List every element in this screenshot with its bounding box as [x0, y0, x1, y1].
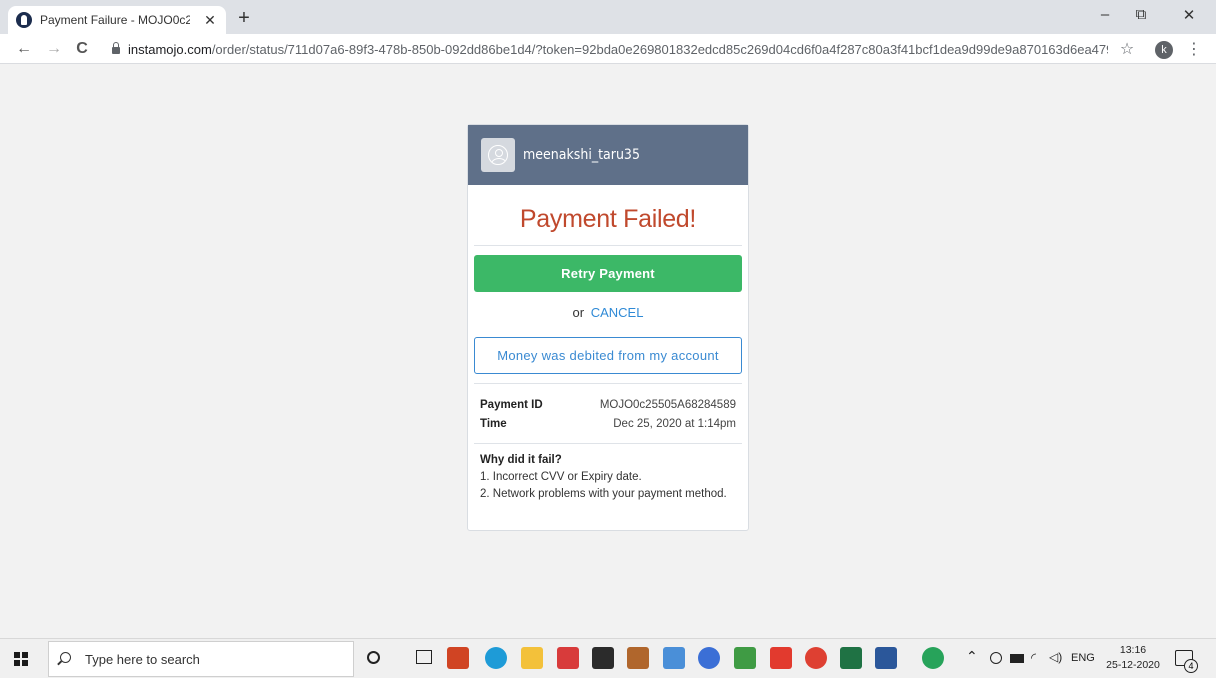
browser-menu-icon[interactable]: ⋮ — [1186, 39, 1202, 59]
bookmark-star-icon[interactable]: ☆ — [1117, 39, 1137, 59]
detail-label: Payment ID — [480, 399, 543, 411]
why-failed-heading: Why did it fail? — [480, 454, 562, 466]
activity-app-icon[interactable] — [922, 647, 944, 669]
back-button[interactable]: ← — [14, 39, 34, 59]
meet-now-icon[interactable] — [990, 652, 1002, 664]
new-tab-button[interactable]: + — [234, 8, 254, 28]
windows-taskbar: Type here to search ⌃ ◜ ◁) ENG 13:16 25-… — [0, 638, 1216, 678]
browser-tab-strip: Payment Failure - MOJO0c25505 ✕ + – ⧉ ✕ — [0, 0, 1216, 34]
chrome-app-icon[interactable] — [805, 647, 827, 669]
taskbar-search-box[interactable]: Type here to search — [48, 641, 354, 677]
money-debited-button[interactable]: Money was debited from my account — [474, 337, 742, 374]
reason-item: 2. Network problems with your payment me… — [480, 488, 727, 500]
taskbar-clock[interactable]: 13:16 25-12-2020 — [1103, 643, 1163, 673]
url-field[interactable]: instamojo.com/order/status/711d07a6-89f3… — [128, 42, 1108, 57]
instamojo-favicon-icon — [16, 12, 32, 28]
search-icon — [60, 652, 71, 663]
detail-value: Dec 25, 2020 at 1:14pm — [613, 418, 736, 430]
cortana-icon[interactable] — [367, 651, 380, 664]
volume-icon[interactable]: ◁) — [1049, 650, 1062, 664]
store-app-icon[interactable] — [592, 647, 614, 669]
language-indicator[interactable]: ENG — [1071, 652, 1095, 664]
or-text: or — [572, 305, 585, 320]
reader-app-icon[interactable] — [557, 647, 579, 669]
failure-reasons: Why did it fail? 1. Incorrect CVV or Exp… — [468, 444, 748, 505]
excel-like-app-icon[interactable] — [734, 647, 756, 669]
page-viewport: meenakshi_taru35 Payment Failed! Retry P… — [0, 64, 1216, 638]
payment-details: Payment ID MOJO0c25505A68284589 Time Dec… — [468, 384, 748, 434]
reload-button[interactable]: C — [72, 39, 92, 59]
lock-icon[interactable] — [112, 42, 120, 54]
url-path: /order/status/711d07a6-89f3-478b-850b-09… — [211, 42, 1108, 57]
url-host: instamojo.com — [128, 42, 212, 57]
foxit-app-icon[interactable] — [770, 647, 792, 669]
payment-status-card: meenakshi_taru35 Payment Failed! Retry P… — [467, 124, 749, 531]
profile-avatar[interactable]: k — [1155, 41, 1173, 59]
detail-label: Time — [480, 418, 507, 430]
retry-payment-button[interactable]: Retry Payment — [474, 255, 742, 292]
task-view-icon[interactable] — [416, 650, 432, 664]
browser-tab-active[interactable]: Payment Failure - MOJO0c25505 ✕ — [8, 6, 226, 34]
excel-app-icon[interactable] — [840, 647, 862, 669]
seller-avatar — [481, 138, 515, 172]
reason-item: 1. Incorrect CVV or Expiry date. — [480, 471, 642, 483]
clock-time: 13:16 — [1119, 644, 1147, 656]
search-placeholder: Type here to search — [85, 652, 200, 667]
restore-button[interactable]: ⧉ — [1126, 6, 1156, 23]
detail-row-payment-id: Payment ID MOJO0c25505A68284589 — [480, 396, 736, 415]
paint-app-icon[interactable] — [627, 647, 649, 669]
minimize-button[interactable]: – — [1090, 6, 1120, 23]
address-toolbar: ← → C instamojo.com/order/status/711d07a… — [0, 34, 1216, 64]
dictionary-app-icon[interactable] — [663, 647, 685, 669]
detail-value: MOJO0c25505A68284589 — [599, 399, 736, 411]
forward-button[interactable]: → — [44, 39, 64, 59]
detail-row-time: Time Dec 25, 2020 at 1:14pm — [480, 415, 736, 434]
powerpoint-app-icon[interactable] — [447, 647, 469, 669]
notification-count-badge: 4 — [1184, 659, 1198, 673]
cancel-link[interactable]: CANCEL — [591, 305, 644, 320]
seller-header: meenakshi_taru35 — [468, 125, 748, 185]
file-explorer-app-icon[interactable] — [521, 647, 543, 669]
crescent-app-icon[interactable] — [698, 647, 720, 669]
tray-overflow-chevron-icon[interactable]: ⌃ — [966, 648, 978, 665]
windows-start-icon[interactable] — [14, 652, 28, 666]
tab-title: Payment Failure - MOJO0c25505 — [40, 13, 190, 27]
payment-status-title: Payment Failed! — [519, 205, 697, 233]
wifi-icon[interactable]: ◜ — [1031, 650, 1036, 666]
or-cancel-row: or CANCEL — [468, 305, 748, 323]
battery-icon[interactable] — [1010, 654, 1024, 663]
word-app-icon[interactable] — [875, 647, 897, 669]
edge-app-icon[interactable] — [485, 647, 507, 669]
seller-name: meenakshi_taru35 — [523, 147, 640, 163]
window-close-button[interactable]: ✕ — [1174, 6, 1204, 24]
divider — [474, 245, 742, 246]
tab-close-icon[interactable]: ✕ — [202, 12, 218, 28]
user-placeholder-icon — [488, 145, 508, 165]
clock-date: 25-12-2020 — [1106, 659, 1160, 671]
